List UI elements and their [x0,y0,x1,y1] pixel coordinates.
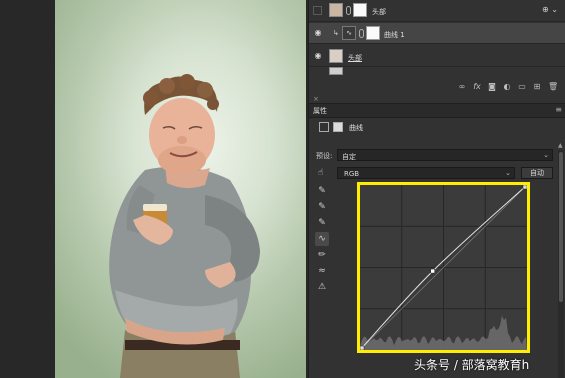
layers-panel: 头部 ⊕ ⌄ ◉ ↳ ∿ 曲线 1 ◉ 头部 ∞ fx ◙ ◐ ▭ ⊞ � [309,0,565,95]
properties-header: 曲线 [309,118,565,136]
panel-menu-icon[interactable]: ≡ [555,105,562,114]
link-icon[interactable]: ∞ [458,83,466,91]
curves-adjustment-icon[interactable] [319,122,329,132]
document-photo[interactable] [55,0,306,378]
layer-name: 头部 [348,54,362,62]
layer-name: 曲线 1 [384,31,405,39]
clipping-warning-icon[interactable]: ⚠ [315,280,329,294]
curves-plot[interactable] [360,185,527,350]
scroll-thumb[interactable] [559,152,563,302]
preset-dropdown[interactable]: 自定 ⌄ [337,149,553,161]
layer-name: 头部 [372,8,386,16]
eye-icon[interactable]: ◉ [313,28,323,38]
channel-row: ☝ RGB ⌄ 自动 [309,166,565,180]
layer-thumbnail [329,67,343,75]
curve-control-point[interactable] [522,185,527,190]
clipping-arrow-icon: ↳ [333,29,339,37]
pencil-icon[interactable]: ✏ [315,248,329,262]
chevron-down-icon: ⌄ [543,151,549,159]
panel-title: 曲线 [349,124,363,132]
tab-properties[interactable]: 属性 [313,106,327,116]
fx-icon[interactable]: fx [473,83,481,91]
auto-button[interactable]: 自动 [521,167,553,179]
preset-value: 自定 [342,153,356,161]
adjustment-icon[interactable]: ◐ [503,83,511,91]
eyedropper-white-icon[interactable]: ✎ [315,216,329,230]
preset-row: 预设: 自定 ⌄ [309,148,565,162]
layer-thumbnail [329,3,343,17]
panel-collapse-icon[interactable]: × [313,95,319,103]
canvas-area[interactable] [0,0,308,378]
link-icon[interactable] [346,6,351,15]
watermark: 头条号 / 部落窝教育h [414,358,530,372]
curve-control-point[interactable] [430,268,435,274]
mask-icon[interactable]: ◙ [488,83,496,91]
man-with-beer-illustration [109,74,260,378]
smooth-icon[interactable]: ≈ [315,264,329,278]
eye-icon[interactable]: ◉ [313,51,323,61]
eyedropper-black-icon[interactable]: ✎ [315,184,329,198]
on-image-adjust-icon[interactable]: ☝ [318,168,328,178]
layer-row[interactable] [309,67,565,79]
scroll-up-icon[interactable]: ▲ [558,142,563,149]
layer-row[interactable]: ◉ 头部 [309,45,565,67]
layers-toolbar: ∞ fx ◙ ◐ ▭ ⊞ 🗑 [309,79,565,95]
link-icon[interactable] [359,29,364,38]
mask-icon[interactable] [333,122,343,132]
new-layer-icon[interactable]: ⊞ [533,83,541,91]
layer-row[interactable]: 头部 ⊕ ⌄ [309,0,565,22]
folder-icon[interactable]: ▭ [518,83,526,91]
channel-value: RGB [344,170,360,178]
curves-graph[interactable] [357,182,530,353]
layer-thumbnail [329,49,343,63]
chevron-down-icon: ⌄ [505,169,511,177]
curve-control-point[interactable] [360,345,365,350]
layer-mask-thumbnail[interactable] [366,26,380,40]
curve-tools: ✎ ✎ ✎ ∿ ✏ ≈ ⚠ [315,184,331,304]
channel-dropdown[interactable]: RGB ⌄ [337,167,515,179]
properties-tabbar: 属性 ≡ [309,104,565,118]
preset-label: 预设: [316,152,333,160]
visibility-toggle[interactable] [313,6,322,15]
eyedropper-gray-icon[interactable]: ✎ [315,200,329,214]
curves-adjustment-icon[interactable]: ∿ [342,26,356,40]
trash-icon[interactable]: 🗑 [548,83,558,91]
curve-point-icon[interactable]: ∿ [315,232,329,246]
layer-mask-thumbnail[interactable] [353,3,367,17]
properties-scrollbar[interactable]: ▲ [558,142,564,378]
layer-row-selected[interactable]: ◉ ↳ ∿ 曲线 1 [309,23,565,44]
layer-options-icon[interactable]: ⊕ ⌄ [542,5,558,14]
